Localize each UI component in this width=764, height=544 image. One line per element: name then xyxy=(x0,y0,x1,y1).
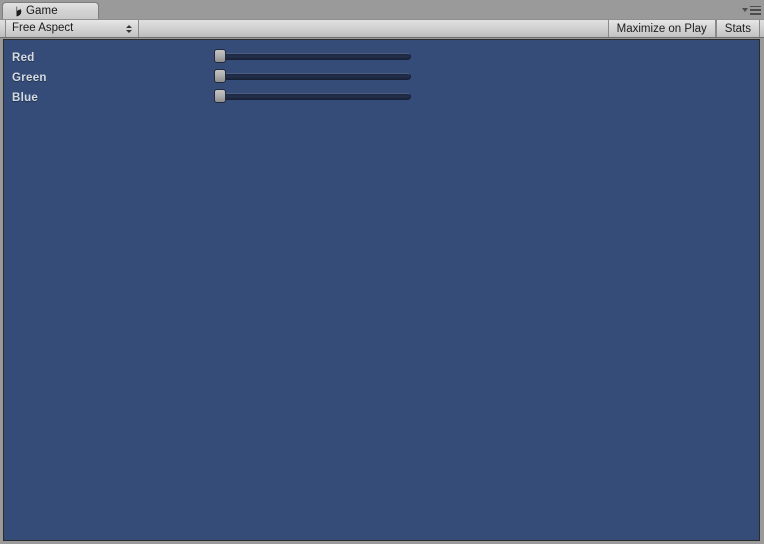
tab-game[interactable]: Game xyxy=(2,2,99,20)
red-slider-handle[interactable] xyxy=(214,49,226,63)
blue-slider-handle[interactable] xyxy=(214,89,226,103)
window-menu-button[interactable] xyxy=(739,4,761,16)
game-gui-layer: Red Green Blue xyxy=(4,40,759,540)
aspect-ratio-dropdown[interactable]: Free Aspect xyxy=(5,20,139,37)
tab-game-label: Game xyxy=(26,4,58,17)
slider-row-blue: Blue xyxy=(4,89,759,109)
green-slider-track[interactable] xyxy=(217,73,411,80)
red-slider-label: Red xyxy=(12,52,35,64)
unity-editor-window: Game Free Aspect Maximize on Play Stats … xyxy=(0,0,764,544)
slider-row-green: Green xyxy=(4,69,759,89)
popup-updown-arrows-icon xyxy=(125,23,132,34)
window-frame-left xyxy=(0,38,3,544)
tab-strip: Game xyxy=(0,0,764,20)
green-slider[interactable] xyxy=(213,69,413,85)
green-slider-handle[interactable] xyxy=(214,69,226,83)
blue-slider-label: Blue xyxy=(12,92,39,104)
red-slider-track[interactable] xyxy=(217,53,411,60)
blue-slider[interactable] xyxy=(213,89,413,105)
unity-game-view-icon xyxy=(11,6,22,17)
hamburger-icon xyxy=(750,5,761,15)
aspect-ratio-value: Free Aspect xyxy=(12,21,74,34)
stats-toggle[interactable]: Stats xyxy=(715,20,760,37)
red-slider[interactable] xyxy=(213,49,413,65)
maximize-on-play-toggle[interactable]: Maximize on Play xyxy=(607,20,716,37)
slider-row-red: Red xyxy=(4,49,759,69)
game-view-toolbar: Free Aspect Maximize on Play Stats xyxy=(0,19,764,38)
window-frame-right xyxy=(760,38,764,544)
blue-slider-track[interactable] xyxy=(217,93,411,100)
chevron-down-icon xyxy=(742,8,748,12)
game-viewport[interactable]: Red Green Blue xyxy=(3,39,760,541)
green-slider-label: Green xyxy=(12,72,47,84)
